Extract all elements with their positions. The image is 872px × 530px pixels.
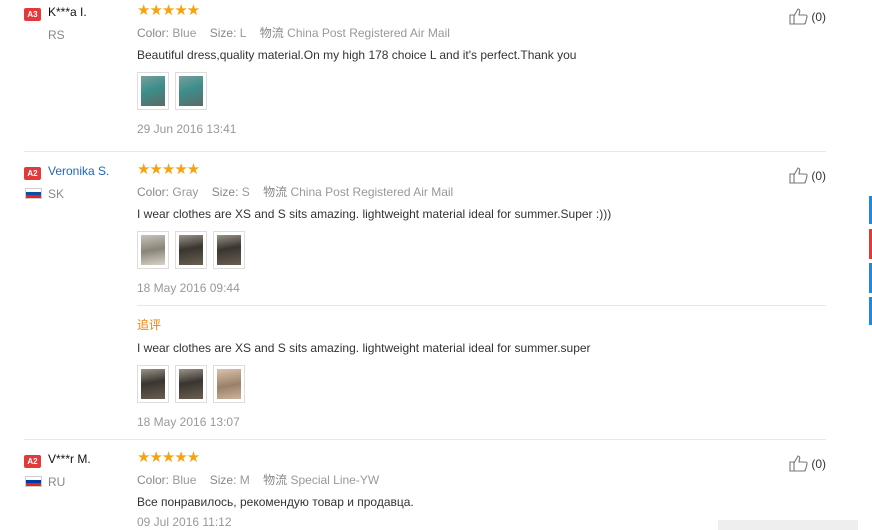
- thumbs-up-icon: [789, 167, 808, 184]
- size-label: Size:: [209, 473, 237, 487]
- shipping-label: 物流: [263, 473, 288, 487]
- review-photo-thumbnail[interactable]: [137, 72, 169, 110]
- reviewer-name: K***a I.: [48, 5, 87, 19]
- helpful-button[interactable]: (0): [789, 167, 826, 184]
- review-date: 29 Jun 2016 13:41: [137, 122, 237, 136]
- review-text: I wear clothes are XS and S sits amazing…: [137, 207, 612, 221]
- followup-photos: [137, 365, 245, 403]
- star-rating: ★★★★★: [137, 449, 200, 466]
- review-date: 09 Jul 2016 11:12: [137, 515, 232, 529]
- star-rating: ★★★★★: [137, 2, 200, 19]
- size-value: S: [241, 185, 250, 199]
- order-info: Color: Gray Size: S 物流 China Post Regist…: [137, 183, 453, 200]
- review-photos: [137, 72, 207, 110]
- review-text: Beautiful dress,quality material.On my h…: [137, 48, 577, 62]
- buyer-level-badge: A2: [24, 167, 41, 180]
- divider: [137, 305, 826, 306]
- review-photo-thumbnail[interactable]: [137, 365, 169, 403]
- helpful-button[interactable]: (0): [789, 455, 826, 472]
- shipping-label: 物流: [263, 185, 288, 199]
- color-value: Gray: [172, 185, 199, 199]
- size-value: M: [239, 473, 250, 487]
- review-item: A3 K***a I. RS ★★★★★ Color: Blue Size: L…: [24, 2, 826, 152]
- review-photo-thumbnail[interactable]: [213, 365, 245, 403]
- size-value: L: [239, 26, 247, 40]
- order-info: Color: Blue Size: M 物流 Special Line-YW: [137, 471, 379, 488]
- color-value: Blue: [172, 473, 197, 487]
- reviewer-name[interactable]: Veronika S.: [48, 164, 109, 178]
- helpful-button[interactable]: (0): [789, 8, 826, 25]
- review-text: Все понравилось, рекомендую товар и прод…: [137, 495, 414, 509]
- review-photo-thumbnail[interactable]: [175, 72, 207, 110]
- followup-date: 18 May 2016 13:07: [137, 415, 240, 429]
- reviewer-country: SK: [48, 187, 65, 201]
- review-item: A2 V***r M. RU ★★★★★ Color: Blue Size: M…: [24, 449, 826, 530]
- color-label: Color:: [137, 185, 170, 199]
- review-photo-thumbnail[interactable]: [213, 231, 245, 269]
- star-rating: ★★★★★: [137, 161, 200, 178]
- size-label: Size:: [211, 185, 239, 199]
- thumbs-up-icon: [789, 455, 808, 472]
- review-feed: A3 K***a I. RS ★★★★★ Color: Blue Size: L…: [0, 0, 858, 530]
- helpful-count: (0): [811, 9, 826, 24]
- review-item: A2 Veronika S. SK ★★★★★ Color: Gray Size…: [24, 161, 826, 440]
- helpful-count: (0): [811, 456, 826, 471]
- followup-text: I wear clothes are XS and S sits amazing…: [137, 341, 591, 355]
- reviewer-country: RU: [48, 475, 66, 489]
- size-label: Size:: [209, 26, 237, 40]
- review-photo-thumbnail[interactable]: [175, 365, 207, 403]
- followup-label: 追评: [137, 318, 162, 332]
- shipping-label: 物流: [259, 26, 284, 40]
- thumbs-up-icon: [789, 8, 808, 25]
- buyer-level-badge: A3: [24, 8, 41, 21]
- shipping-value: China Post Registered Air Mail: [290, 185, 454, 199]
- review-date: 18 May 2016 09:44: [137, 281, 240, 295]
- buyer-level-badge: A2: [24, 455, 41, 468]
- helpful-count: (0): [811, 168, 826, 183]
- country-flag-icon: [25, 188, 42, 199]
- color-label: Color:: [137, 473, 170, 487]
- shipping-value: China Post Registered Air Mail: [287, 26, 450, 40]
- color-value: Blue: [172, 26, 197, 40]
- review-photo-thumbnail[interactable]: [137, 231, 169, 269]
- color-label: Color:: [137, 26, 170, 40]
- review-photos: [137, 231, 245, 269]
- review-photo-thumbnail[interactable]: [175, 231, 207, 269]
- reviewer-country: RS: [48, 28, 65, 42]
- footer-edge: [718, 520, 858, 530]
- country-flag-icon: [25, 476, 42, 487]
- shipping-value: Special Line-YW: [290, 473, 380, 487]
- reviewer-name: V***r M.: [48, 452, 91, 466]
- order-info: Color: Blue Size: L 物流 China Post Regist…: [137, 24, 450, 41]
